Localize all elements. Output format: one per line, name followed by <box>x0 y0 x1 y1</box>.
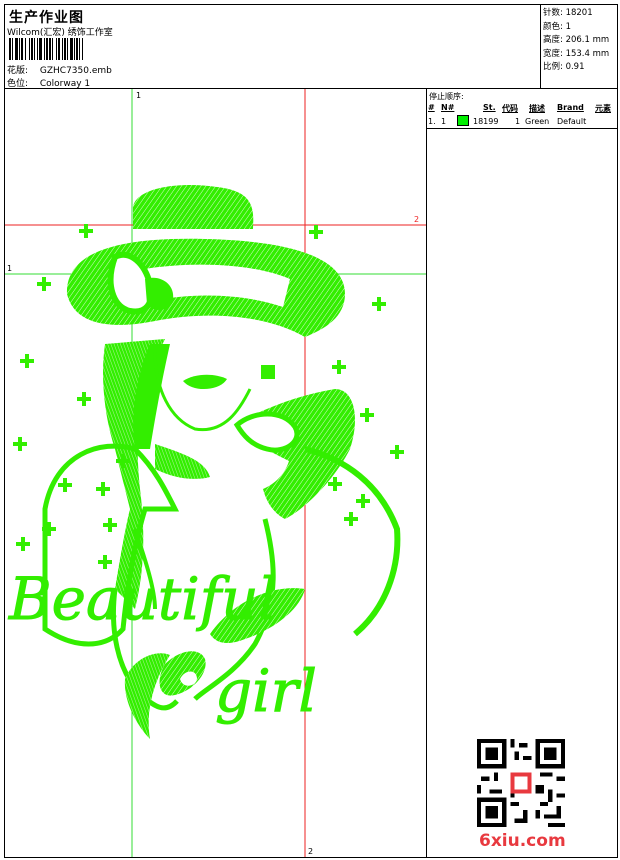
row-index: 1. <box>428 117 436 126</box>
qr-code <box>477 739 565 827</box>
design-scale: 比例: 0.91 <box>543 62 585 72</box>
production-sheet: 生产作业图 Wilcom(汇宏) 绣饰工作室 花版: GZHC7350.emb … <box>4 4 618 858</box>
design-file-name: GZHC7350.emb <box>39 66 112 76</box>
col-header-code: 代码 <box>502 104 518 113</box>
design-stats: 针数: 18201 颜色: 1 高度: 206.1 mm 宽度: 153.4 m… <box>541 5 617 89</box>
stitch-count: 针数: 18201 <box>543 8 593 18</box>
design-file-row: 花版: GZHC7350.emb <box>7 63 112 76</box>
row-brand: Default <box>557 117 587 126</box>
stop-sequence-title: 停止顺序: <box>429 92 464 101</box>
col-header-stitches: St. <box>483 103 496 112</box>
col-header-needle: N# <box>441 103 455 112</box>
row-description: Green <box>525 117 550 126</box>
guide-v2-label: 2 <box>308 847 313 856</box>
watermark-logo: 6xiu.com <box>479 831 566 851</box>
row-needle: 1 <box>441 117 447 126</box>
design-word-beautiful: Beautiful <box>8 565 277 633</box>
barcode <box>9 38 154 60</box>
col-header-brand: Brand <box>557 103 584 112</box>
guide-h1-label: 1 <box>7 264 12 273</box>
sheet-title: 生产作业图 <box>9 10 84 26</box>
row-code: 1 <box>515 117 521 126</box>
design-width: 宽度: 153.4 mm <box>543 48 610 59</box>
colorway-label: 色位: <box>7 79 29 89</box>
guide-v1-label: 1 <box>136 91 141 100</box>
colorway-row: 色位: Colorway 1 <box>7 76 90 89</box>
design-label: 花版: <box>7 66 29 76</box>
design-height: 高度: 206.1 mm <box>543 35 610 45</box>
design-preview-canvas: 1 2 1 2 Beautiful girl <box>5 89 427 857</box>
color-count: 颜色: 1 <box>543 21 571 32</box>
guide-h2-label: 2 <box>414 215 419 224</box>
col-header-description: 描述 <box>529 104 545 113</box>
thread-color-swatch <box>457 115 469 126</box>
stop-sequence-panel: 停止顺序: # N# St. 代码 描述 Brand 元素 1. 1 18199… <box>427 89 617 129</box>
col-header-element: 元素 <box>595 104 611 113</box>
embroidery-design: 1 2 1 2 Beautiful girl <box>5 89 426 857</box>
design-artwork: Beautiful girl <box>8 185 404 739</box>
colorway-name: Colorway 1 <box>39 79 91 89</box>
design-word-girl: girl <box>215 657 317 725</box>
row-stitches: 18199 <box>473 117 499 126</box>
sheet-header: 生产作业图 Wilcom(汇宏) 绣饰工作室 花版: GZHC7350.emb … <box>5 5 541 89</box>
studio-name: Wilcom(汇宏) 绣饰工作室 <box>7 28 113 38</box>
col-header-index: # <box>428 103 435 112</box>
